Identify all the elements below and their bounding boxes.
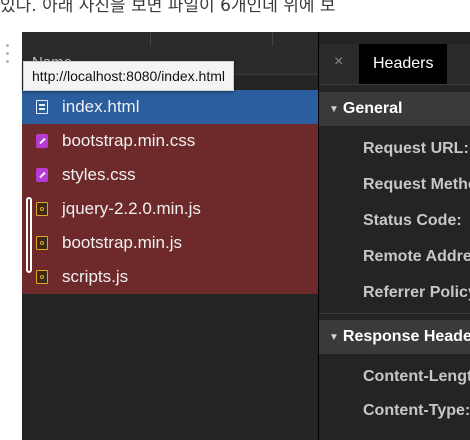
triangle-down-icon: ▼ [329,104,339,115]
request-row-styles-css[interactable]: styles.css [22,158,318,192]
request-rows: index.html bootstrap.min.css styles.css … [22,90,318,294]
request-name: bootstrap.min.css [62,131,196,150]
response-headers-section-toggle[interactable]: ▼Response Headers [319,320,470,354]
js-file-icon [36,202,48,216]
header-field: Status Code: [363,212,462,229]
request-list: Name index.html bootstrap.min.css styles… [22,32,318,440]
request-row-bootstrap-css[interactable]: bootstrap.min.css [22,124,318,158]
column-divider [272,32,273,46]
header-field: Referrer Policy: [363,284,470,301]
tab-headers[interactable]: Headers [359,44,448,84]
request-name: bootstrap.min.js [62,233,182,252]
request-name: index.html [62,97,140,116]
request-row-index-html[interactable]: index.html [22,90,318,124]
header-field: Content-Type: [363,402,470,419]
devtools-network-panel: Name index.html bootstrap.min.css styles… [22,32,470,440]
js-file-icon [36,236,48,250]
header-field: Request URL: [363,140,469,157]
drag-handle-icon[interactable] [6,44,10,68]
request-name: styles.css [62,165,136,184]
column-divider [150,32,151,46]
header-field: Remote Address: [363,248,470,265]
js-file-icon [36,270,48,284]
request-row-bootstrap-js[interactable]: bootstrap.min.js [22,226,318,260]
request-name: jquery-2.2.0.min.js [62,199,201,218]
document-icon [36,100,48,114]
screenshot-root: 있다. 아래 사진을 보면 파일이 6개인데 위에 보 Name index.h… [0,0,470,440]
article-caption: 있다. 아래 사진을 보면 파일이 6개인데 위에 보 [0,0,336,16]
triangle-down-icon: ▼ [329,332,339,343]
css-file-icon [36,168,48,182]
request-name: scripts.js [62,267,129,286]
section-title: Response Headers [342,328,470,345]
general-section-toggle[interactable]: ▼ General [319,92,470,126]
header-field: Request Method: [363,176,470,193]
css-file-icon [36,134,48,148]
request-row-scripts-js[interactable]: scripts.js [22,260,318,294]
section-divider [319,313,470,314]
header-field: Content-Length: [363,368,470,385]
annotation-bracket [26,197,32,273]
detail-tab-bar: × Headers [319,44,470,85]
close-icon[interactable]: × [334,53,343,71]
request-detail-panel: × Headers ▼ General Request URL: Request … [318,32,470,440]
section-title: General [342,100,403,117]
request-row-jquery-js[interactable]: jquery-2.2.0.min.js [22,192,318,226]
url-tooltip: http://localhost:8080/index.html [23,61,235,91]
